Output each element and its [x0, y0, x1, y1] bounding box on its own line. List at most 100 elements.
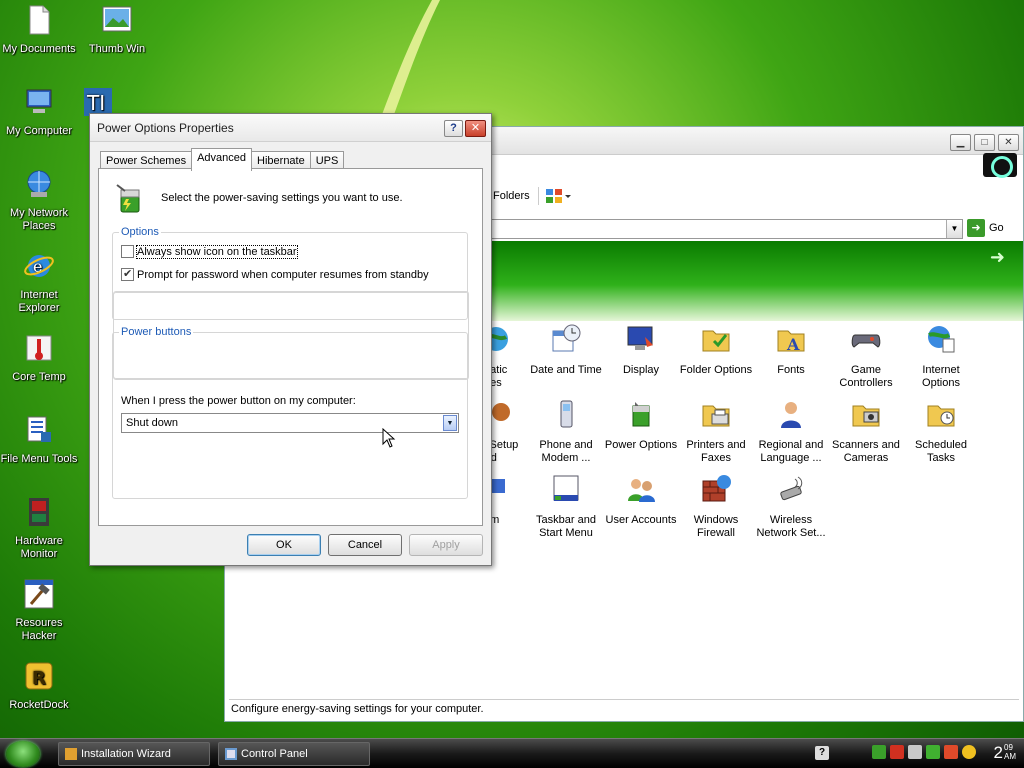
desktop-icon-label: My Documents [2, 43, 76, 55]
cp-item-phone-and-modem[interactable]: Phone and Modem ... [527, 398, 605, 465]
wallpaper-grass-stem [380, 0, 440, 120]
power-battery-icon [632, 402, 650, 427]
desktop-icon-label: My Computer [5, 125, 73, 137]
desktop-icon-thumb-win[interactable]: Thumb Win [78, 4, 156, 56]
help-tray-icon[interactable]: ? [815, 746, 829, 760]
go-button[interactable]: ➜ Go [967, 219, 1004, 237]
cp-item-windows-firewall[interactable]: Windows Firewall [677, 473, 755, 540]
cp-item-fonts[interactable]: A Fonts [752, 323, 830, 377]
desktop-icon-core-temp[interactable]: Core Temp [0, 332, 78, 384]
printer-icon [702, 405, 730, 427]
app-tray-icon[interactable] [944, 745, 958, 759]
cancel-button[interactable]: Cancel [328, 534, 402, 556]
fonts-folder-icon: A [777, 330, 805, 354]
taskbar-icon [553, 475, 579, 501]
taskbar-button-label: Control Panel [241, 748, 308, 760]
checkbox-label: Always show icon on the taskbar [136, 244, 298, 259]
windows-logo-throbber [983, 153, 1017, 178]
desktop-icon-my-computer[interactable]: My Computer [0, 86, 78, 138]
clock-minute: 09 [1004, 743, 1013, 752]
svg-text:TI: TI [86, 91, 105, 115]
desktop-icon-label: Internet Explorer [18, 289, 60, 314]
options-group-frame: Options Always show icon on the taskbar … [112, 226, 468, 320]
smiley-tray-icon[interactable] [962, 745, 976, 759]
desktop-icon-rocketdock[interactable]: R RocketDock [0, 660, 78, 712]
desktop-icon-label: Hardware Monitor [15, 535, 63, 560]
user-globe-icon [781, 402, 801, 428]
cp-item-folder-options[interactable]: Folder Options [677, 323, 755, 377]
network-icon [27, 170, 51, 197]
image-icon [102, 6, 132, 32]
computer-icon [26, 89, 52, 113]
start-button[interactable] [6, 741, 40, 767]
close-button[interactable]: ✕ [998, 134, 1019, 151]
forward-arrow-icon[interactable]: ➜ [990, 247, 1005, 268]
desktop-icon-resource-hacker[interactable]: Resoures Hacker [0, 578, 78, 643]
taskbar-button-installation-wizard[interactable]: Installation Wizard [58, 742, 210, 766]
users-icon [628, 479, 655, 502]
ok-button[interactable]: OK [247, 534, 321, 556]
folders-button[interactable]: Folders [493, 190, 530, 202]
tab-advanced[interactable]: Advanced [191, 148, 253, 171]
views-icon[interactable] [537, 187, 571, 205]
power-button-action-select[interactable]: Shut down ▼ [121, 413, 459, 433]
intro-text: Select the power-saving settings you wan… [161, 192, 403, 204]
cp-item-taskbar-and-start-menu[interactable]: Taskbar and Start Menu [527, 473, 605, 540]
cp-item-date-and-time[interactable]: Date and Time [527, 323, 605, 377]
speaker-tray-icon[interactable] [908, 745, 922, 759]
desktop-icon-my-documents[interactable]: My Documents [0, 4, 78, 56]
address-dropdown-button[interactable]: ▼ [946, 220, 962, 238]
power-options-dialog[interactable]: Power Options Properties ? ✕ Power Schem… [89, 113, 492, 566]
cp-item-wireless-network-setup[interactable]: Wireless Network Set... [752, 473, 830, 540]
check-tray-icon[interactable] [926, 745, 940, 759]
minimize-button[interactable]: ▁ [950, 134, 971, 151]
system-tray [872, 745, 976, 759]
status-bar: Configure energy-saving settings for you… [229, 699, 1019, 719]
cp-item-scheduled-tasks[interactable]: Scheduled Tasks [902, 398, 980, 465]
control-panel-icon [225, 748, 237, 760]
wizard-icon [65, 748, 77, 760]
cp-item-internet-options[interactable]: Internet Options [902, 323, 980, 390]
desktop-icon-hardware-monitor[interactable]: Hardware Monitor [0, 496, 78, 561]
desktop-icon-file-menu-tools[interactable]: File Menu Tools [0, 414, 78, 466]
power-buttons-group-label: Power buttons [119, 326, 194, 338]
prompt-password-checkbox[interactable]: Prompt for password when computer resume… [121, 267, 429, 281]
checkbox-box[interactable] [121, 267, 134, 281]
network-tray-icon[interactable] [872, 745, 886, 759]
apply-button[interactable]: Apply [409, 534, 483, 556]
help-button[interactable]: ? [444, 120, 463, 137]
power-battery-icon [116, 184, 140, 213]
firewall-icon [702, 475, 731, 502]
rocketdock-icon: R [25, 662, 53, 690]
mouse-cursor-icon [382, 428, 396, 448]
cp-item-game-controllers[interactable]: Game Controllers [827, 323, 905, 390]
desktop-icon-label: Core Temp [12, 371, 66, 383]
desktop-icon-label: RocketDock [9, 699, 69, 711]
dialog-titlebar[interactable]: Power Options Properties ? ✕ [90, 114, 491, 142]
go-arrow-icon: ➜ [967, 219, 985, 237]
display-icon [627, 326, 653, 350]
folder-check-icon [702, 330, 730, 352]
svg-text:A: A [786, 335, 800, 354]
taskbar: Installation Wizard Control Panel ? 2 09 A… [0, 738, 1024, 768]
cp-item-scanners-and-cameras[interactable]: Scanners and Cameras [827, 398, 905, 465]
desktop-icon-my-network-places[interactable]: My Network Places [0, 168, 78, 233]
scheduled-folder-icon [927, 405, 955, 427]
control-panel-toolbar: Folders [493, 179, 571, 213]
taskbar-button-control-panel[interactable]: Control Panel [218, 742, 370, 766]
always-show-icon-checkbox[interactable]: Always show icon on the taskbar [121, 244, 298, 259]
taskbar-button-label: Installation Wizard [81, 748, 171, 760]
clock[interactable]: 2 09 AM [994, 743, 1016, 763]
power-button-prompt: When I press the power button on my comp… [121, 395, 356, 407]
cp-item-regional-and-language[interactable]: Regional and Language ... [752, 398, 830, 465]
close-button[interactable]: ✕ [465, 120, 486, 137]
maximize-button[interactable]: □ [974, 134, 995, 151]
cp-item-printers-and-faxes[interactable]: Printers and Faxes [677, 398, 755, 465]
security-shield-tray-icon[interactable] [890, 745, 904, 759]
cp-item-power-options[interactable]: Power Options [602, 398, 680, 452]
cp-item-user-accounts[interactable]: User Accounts [602, 473, 680, 527]
chevron-down-icon[interactable]: ▼ [443, 415, 457, 431]
checkbox-box[interactable] [121, 245, 134, 258]
cp-item-display[interactable]: Display [602, 323, 680, 377]
desktop-icon-internet-explorer[interactable]: e Internet Explorer [0, 250, 78, 315]
